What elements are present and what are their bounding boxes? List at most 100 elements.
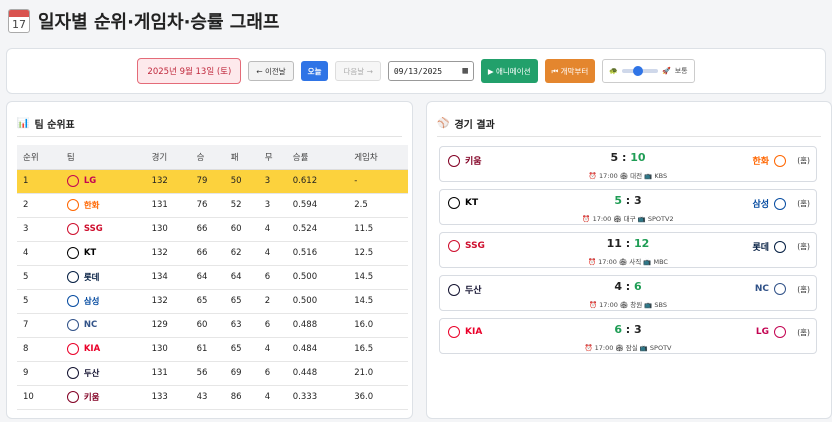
table-row: 3 SSG 130 66 60 4 0.524 11.5 [17,217,408,242]
cell-d: 3 [258,193,287,218]
cell-w: 43 [190,385,225,410]
home-score: 3 [634,194,642,207]
away-score: 11 [606,237,622,250]
standings-panel: 📊 팀 순위표 순위 팀 경기 승 패 무 승률 게임차 1 LG 132 79 50 3 0.612-2… [6,101,413,419]
team-logo-icon [66,175,79,187]
team-name: 삼성 [83,297,100,307]
game-card[interactable]: KT 5 : 3 ⏰ 17:00 🏟 대구 📺 SPOTV2 삼성 (홈) [439,189,817,225]
speed-slider-thumb[interactable] [633,66,644,76]
cell-l: 69 [224,361,259,386]
team-name: 키움 [83,393,100,403]
home-tag: (홈) [797,199,810,208]
home-team-name: NC [754,284,769,294]
home-team-logo-icon [774,197,786,210]
cell-d: 4 [258,385,287,410]
turtle-icon: 🐢 [609,67,618,75]
game-card[interactable]: 두산 4 : 6 ⏰ 17:00 🏟 창원 📺 SBS NC (홈) [439,275,817,311]
cell-pct: 0.448 [286,361,349,386]
cell-l: 65 [224,289,259,314]
from-opening-button[interactable]: ⏮ 개막부터 [544,59,596,83]
cell-w: 56 [190,361,225,386]
cell-g: 131 [145,361,191,386]
cell-pct: 0.488 [286,313,349,338]
cell-g: 132 [145,289,191,314]
team-logo-icon [66,271,79,283]
table-row: 9 두산 131 56 69 6 0.448 21.0 [17,361,408,386]
team-name: NC [83,320,98,330]
cell-g: 130 [145,337,191,362]
away-score: 5 [614,194,622,207]
date-toolbar: 2025년 9월 13일 (토) ← 이전날 오늘 다음날 → 09/13/20… [6,48,826,94]
home-team-name: LG [755,327,769,337]
home-tag: (홈) [797,285,810,294]
standings-title: 📊 팀 순위표 [17,118,75,131]
cell-rank: 9 [17,361,61,386]
home-score: 10 [630,151,646,164]
cell-gb: 2.5 [348,193,408,218]
current-date-badge: 2025년 9월 13일 (토) [137,58,242,84]
cell-w: 66 [190,241,225,266]
game-card[interactable]: 키움 5 : 10 ⏰ 17:00 🏟 대전 📺 KBS 한화 (홈) [439,146,817,182]
team-logo-icon [66,391,79,403]
home-team: 롯데 [752,240,786,253]
cell-gb: - [348,169,408,194]
cell-pct: 0.500 [286,289,349,314]
team-cell: KT [60,241,146,266]
team-logo-icon [66,319,79,331]
column-header: 승률 [286,145,349,170]
game-card[interactable]: KIA 6 : 3 ⏰ 17:00 🏟 잠실 📺 SPOTV LG (홈) [439,318,817,354]
team-logo-icon [66,367,79,379]
cell-g: 134 [145,265,191,290]
cell-w: 66 [190,217,225,242]
column-header: 패 [224,145,259,170]
cell-w: 61 [190,337,225,362]
table-row: 5 롯데 134 64 64 6 0.500 14.5 [17,265,408,290]
cell-pct: 0.516 [286,241,349,266]
speed-slider[interactable] [621,66,658,76]
home-team-logo-icon [774,326,786,338]
cell-d: 4 [258,337,287,362]
prev-day-button[interactable]: ← 이전날 [248,61,294,81]
next-day-button[interactable]: 다음날 → [335,61,381,81]
cell-g: 133 [145,385,191,410]
home-team-name: 롯데 [752,243,769,253]
speed-control: 🐢 🚀 보통 [602,59,695,83]
away-score: 6 [614,323,622,336]
animation-button[interactable]: ▶ 애니메이션 [480,59,538,83]
home-team-logo-icon [774,283,786,295]
cell-gb: 14.5 [348,265,408,290]
cell-w: 60 [190,313,225,338]
bar-chart-icon: 📊 [17,118,30,129]
cell-rank: 2 [17,193,61,218]
calendar-picker-icon[interactable]: ▦ [462,66,467,76]
team-cell: KIA [60,337,146,362]
date-picker-input[interactable]: 09/13/2025 ▦ [387,61,474,81]
home-team-name: 삼성 [752,200,769,210]
team-logo-icon [66,247,79,259]
team-cell: 키움 [60,385,146,410]
away-score: 5 [610,151,619,164]
speed-label: 보통 [674,67,688,75]
team-name: KT [83,248,97,258]
team-logo-icon [66,199,79,211]
home-tag: (홈) [797,328,810,337]
cell-gb: 16.0 [348,313,408,338]
cell-l: 62 [224,241,259,266]
column-header: 경기 [145,145,191,170]
cell-gb: 12.5 [348,241,408,266]
column-header: 승 [190,145,225,170]
cell-gb: 11.5 [348,217,408,242]
cell-w: 65 [190,289,225,314]
today-button[interactable]: 오늘 [300,61,329,81]
cell-l: 63 [224,313,259,338]
cell-g: 129 [145,313,191,338]
game-card[interactable]: SSG 11 : 12 ⏰ 17:00 🏟 사직 📺 MBC 롯데 (홈) [439,232,817,268]
table-row: 2 한화 131 76 52 3 0.594 2.5 [17,193,408,218]
cell-d: 6 [258,313,287,338]
cell-rank: 3 [17,217,61,242]
home-tag: (홈) [797,156,810,165]
cell-rank: 5 [17,265,61,290]
table-row: 7 NC 129 60 63 6 0.488 16.0 [17,313,408,338]
column-header: 게임차 [348,145,408,170]
home-team: NC [755,283,786,295]
